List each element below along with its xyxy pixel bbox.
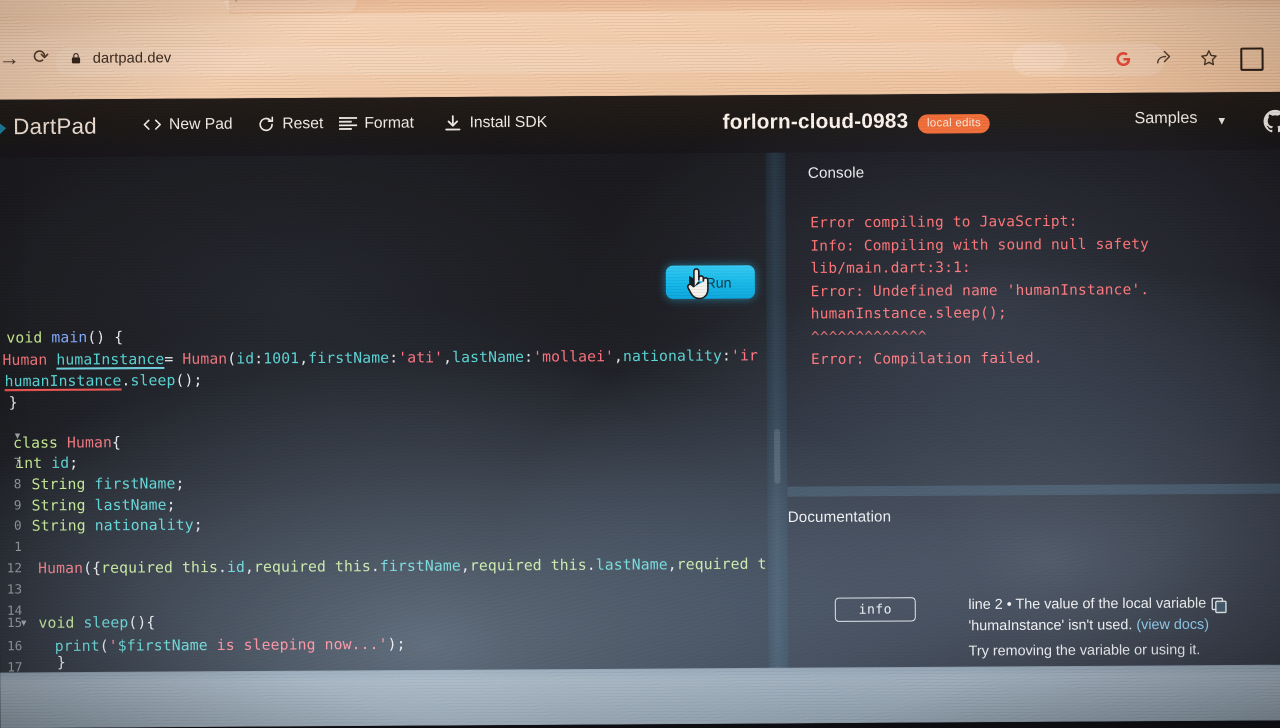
pad-name: forlorn-cloud-0983 xyxy=(722,109,909,134)
menu-reset[interactable]: Reset xyxy=(256,114,323,134)
documentation-issue: info line 2 • The value of the local vari… xyxy=(834,593,1272,660)
code-line: print('$firstName is sleeping now...'); xyxy=(54,635,406,656)
samples-menu[interactable]: Samples xyxy=(1134,110,1197,129)
browser-chrome: DartPad ✕ ＋ → ⟳ dartpad.dev xyxy=(0,0,1280,149)
code-line: String lastName; xyxy=(31,496,176,515)
format-lines-icon xyxy=(338,114,357,133)
console-line: humanInstance.sleep(); xyxy=(810,305,1007,323)
lock-icon xyxy=(71,53,81,64)
code-line: } xyxy=(8,394,18,412)
chevron-down-icon[interactable]: ▾ xyxy=(1218,113,1225,129)
reset-icon xyxy=(256,114,275,133)
app-footer: Privacy notice Send feedback Channel ▾ xyxy=(0,664,1280,728)
status-badge: local edits xyxy=(917,113,991,134)
severity-badge: info xyxy=(834,597,916,622)
menu-format[interactable]: Format xyxy=(338,113,414,133)
play-icon xyxy=(689,275,701,290)
github-icon[interactable] xyxy=(1262,108,1280,134)
browser-tab-title: DartPad xyxy=(6,0,52,2)
browser-tab-inactive[interactable] xyxy=(224,0,357,13)
plus-icon[interactable]: ＋ xyxy=(229,0,243,7)
console-line: Error compiling to JavaScript: xyxy=(810,213,1078,232)
splitter-grip[interactable] xyxy=(774,428,781,484)
code-line: String nationality; xyxy=(31,516,203,535)
dartpad-app: DartPad New Pad Reset Format Install SDK… xyxy=(0,91,1280,728)
code-line: int id; xyxy=(15,454,79,473)
code-line: String firstName; xyxy=(31,475,185,494)
download-icon xyxy=(443,113,462,132)
menu-reset-label: Reset xyxy=(282,114,324,132)
menu-new-pad[interactable]: New Pad xyxy=(143,115,233,135)
code-editor[interactable]: 78901121314151617181920 ▼ ▼ ▼ void main(… xyxy=(0,152,769,728)
code-line: Human humaInstance= Human(id:1001,firstN… xyxy=(2,347,758,369)
menu-new-pad-label: New Pad xyxy=(168,115,233,133)
dartpad-header: DartPad New Pad Reset Format Install SDK… xyxy=(0,91,1280,158)
console-panel: Console Error compiling to JavaScript: In… xyxy=(785,149,1280,487)
menu-format-label: Format xyxy=(364,113,415,132)
browser-toolbar-actions xyxy=(1012,16,1280,77)
documentation-title: Documentation xyxy=(787,508,892,527)
run-button-label: Run xyxy=(705,273,732,291)
right-panel: Console Error compiling to JavaScript: In… xyxy=(785,149,1280,728)
view-docs-link[interactable]: (view docs) xyxy=(1136,617,1209,634)
code-line: class Human{ xyxy=(13,434,122,452)
close-icon[interactable]: ✕ xyxy=(188,0,199,5)
dartpad-logo-icon xyxy=(0,119,7,141)
code-line: void main() { xyxy=(6,328,124,347)
console-line: lib/main.dart:3:1: xyxy=(810,259,971,277)
editor-code[interactable]: void main() {Human humaInstance= Human(i… xyxy=(0,153,769,728)
issue-hint: Try removing the variable or using it. xyxy=(968,641,1201,660)
app-title: DartPad xyxy=(13,113,98,140)
console-line: Error: Compilation failed. xyxy=(810,350,1043,369)
menu-install-sdk-label: Install SDK xyxy=(469,113,548,131)
console-title: Console xyxy=(807,164,865,182)
menu-install-sdk[interactable]: Install SDK xyxy=(443,113,547,133)
console-line: Error: Undefined name 'humanInstance'. xyxy=(810,281,1150,300)
code-line: void sleep(){ xyxy=(38,613,156,632)
console-line: Info: Compiling with sound null safety xyxy=(810,235,1150,255)
code-brackets-icon xyxy=(143,115,162,134)
code-line: Human({required this.id,required this.fi… xyxy=(38,555,769,578)
run-button[interactable]: Run xyxy=(665,265,755,300)
console-line: ^^^^^^^^^^^^^ xyxy=(810,328,927,346)
code-line: humanInstance.sleep(); xyxy=(4,371,203,391)
copy-icon[interactable] xyxy=(1211,597,1227,614)
code-line: } xyxy=(56,653,66,672)
